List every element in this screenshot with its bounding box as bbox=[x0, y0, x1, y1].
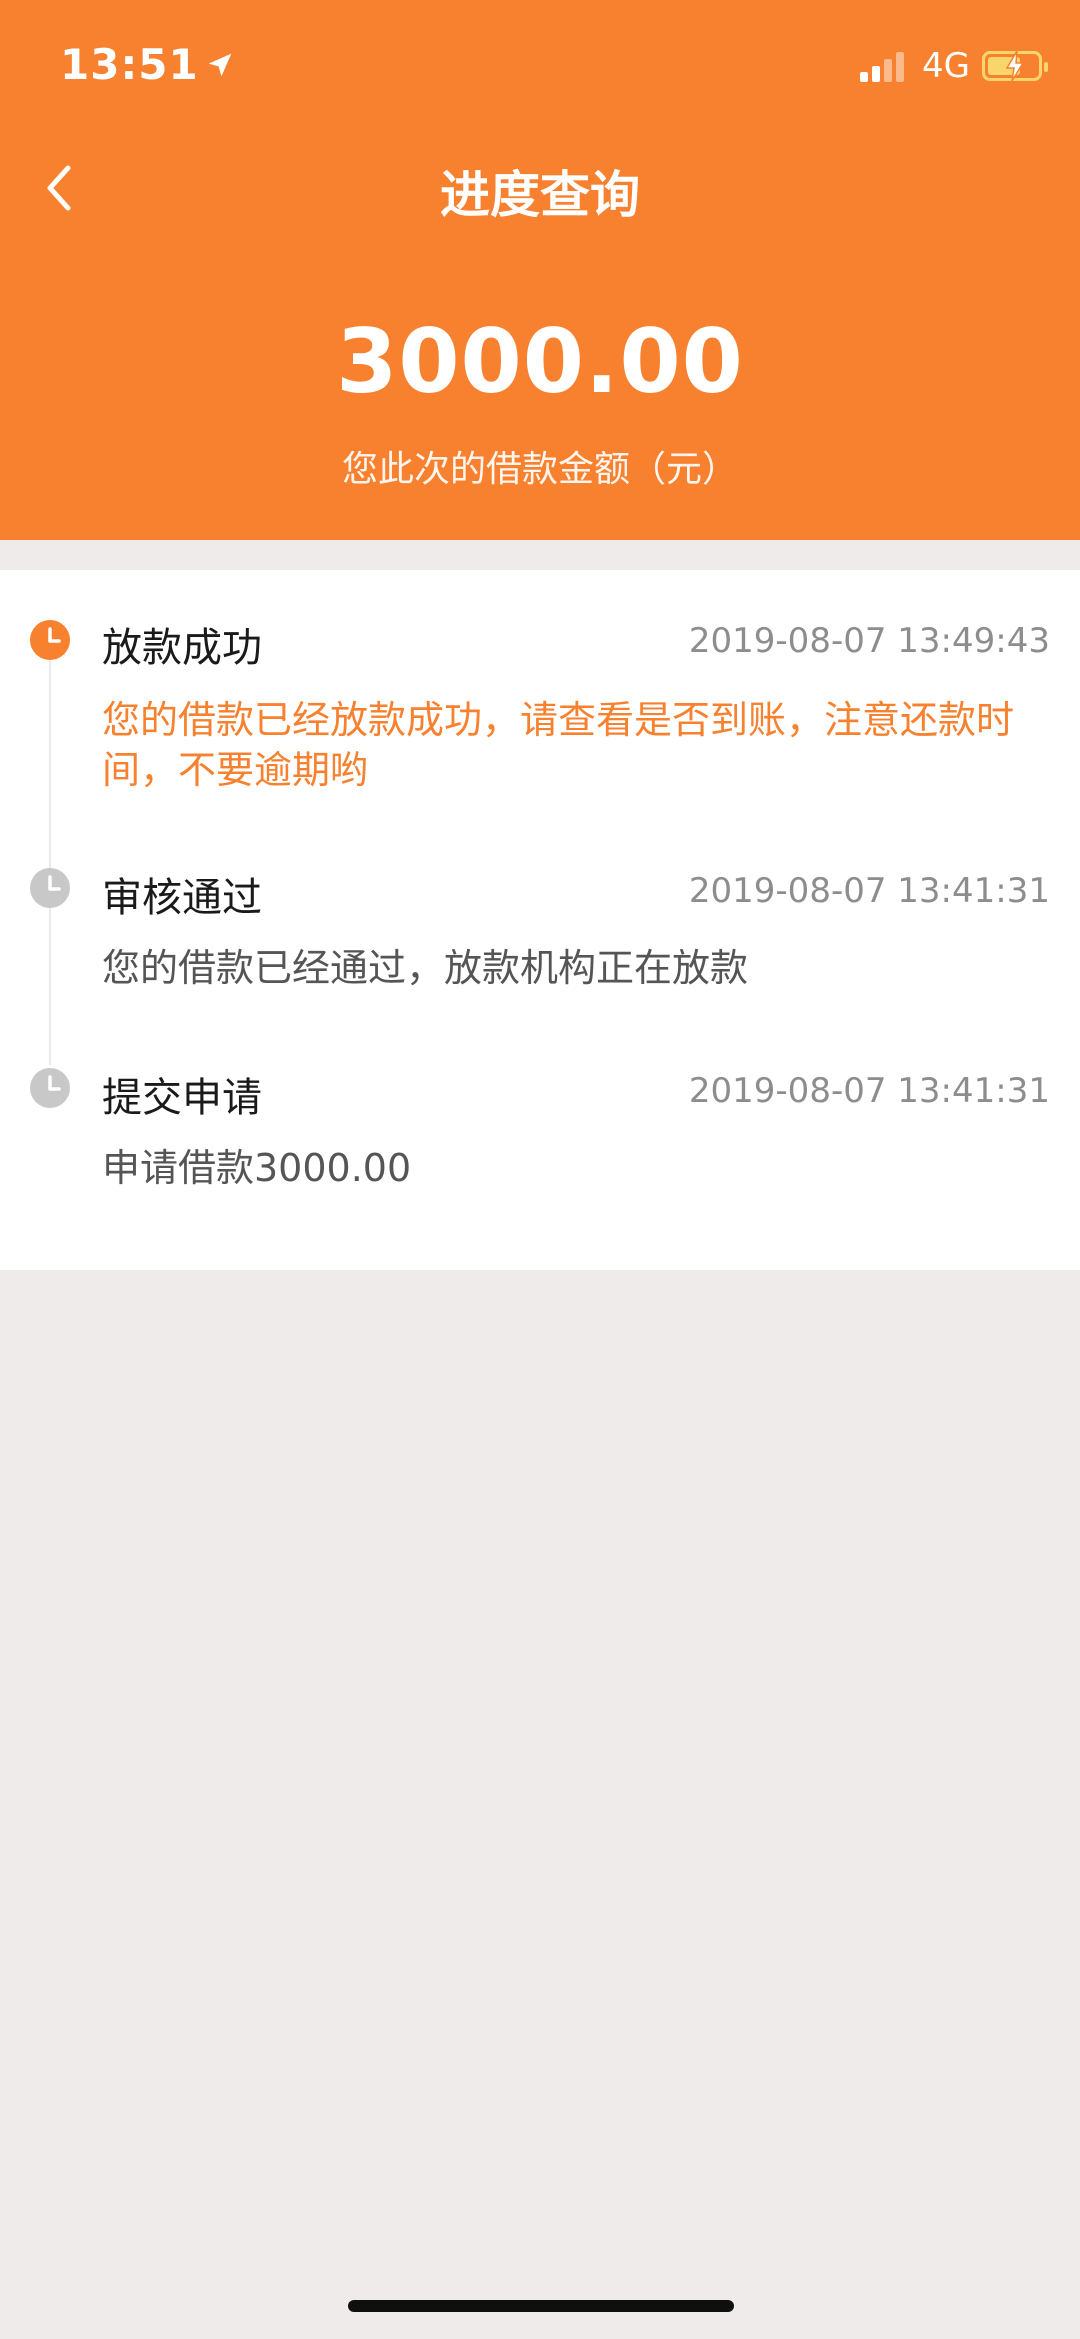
clock-icon bbox=[30, 620, 70, 660]
loan-amount: 3000.00 bbox=[336, 310, 744, 413]
step-description: 您的借款已经通过，放款机构正在放款 bbox=[102, 946, 749, 990]
status-bar-time: 13:51 bbox=[60, 40, 237, 89]
step-description: 申请借款3000.00 bbox=[102, 1146, 412, 1190]
charging-bolt-icon bbox=[1005, 51, 1025, 81]
clock-icon bbox=[30, 1068, 70, 1108]
step-time: 2019-08-07 13:49:43 bbox=[688, 621, 1050, 661]
status-bar-indicators: 4G bbox=[860, 46, 1048, 86]
header: 13:51 4G 进度查询 3000.00 您此次的借款金额（元） bbox=[0, 0, 1080, 540]
progress-timeline: 放款成功 2019-08-07 13:49:43 您的借款已经放款成功，请查看是… bbox=[0, 570, 1080, 1270]
status-time-text: 13:51 bbox=[60, 40, 199, 89]
home-indicator[interactable] bbox=[348, 2300, 734, 2312]
step-title: 提交申请 bbox=[102, 1075, 262, 1121]
loan-amount-label: 您此次的借款金额（元） bbox=[341, 449, 738, 490]
signal-icon bbox=[860, 50, 908, 82]
step-title: 放款成功 bbox=[102, 625, 262, 671]
clock-icon bbox=[30, 868, 70, 908]
page-title: 进度查询 bbox=[440, 166, 640, 224]
location-arrow-icon bbox=[208, 53, 232, 76]
battery-icon bbox=[982, 51, 1048, 81]
step-description: 您的借款已经放款成功，请查看是否到账，注意还款时间，不要逾期哟 bbox=[102, 698, 1015, 792]
step-time: 2019-08-07 13:41:31 bbox=[688, 871, 1050, 911]
network-type: 4G bbox=[922, 46, 970, 86]
timeline-connector bbox=[49, 655, 51, 1065]
step-time: 2019-08-07 13:41:31 bbox=[688, 1071, 1050, 1111]
step-title: 审核通过 bbox=[102, 875, 262, 921]
